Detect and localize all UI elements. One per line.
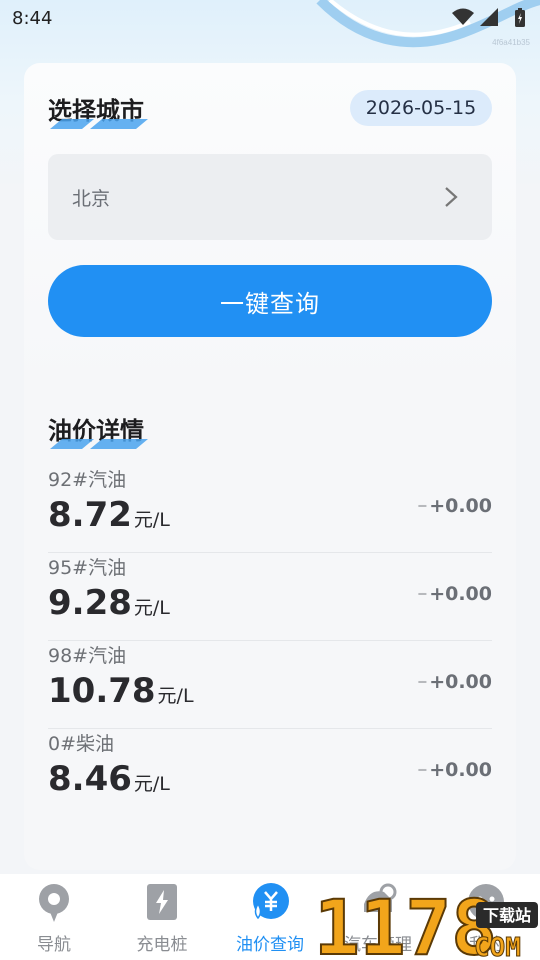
location-pin-icon <box>39 884 69 922</box>
price-change: -- +0.00 <box>418 759 492 781</box>
tab-label: 导航 <box>37 935 71 955</box>
price-unit: 元/L <box>157 685 194 707</box>
oil-price-icon <box>253 883 289 920</box>
tab-label: 油价查询 <box>236 935 304 955</box>
price-value: 10.78 <box>48 671 156 711</box>
chevron-right-icon <box>445 187 458 207</box>
price-unit: 元/L <box>133 509 170 531</box>
price-row-95: 95#汽油 9.28 元/L -- +0.00 <box>48 553 492 641</box>
wifi-icon <box>452 8 474 25</box>
price-change: -- +0.00 <box>418 671 492 693</box>
title-underline-decoration <box>50 439 148 449</box>
trend-dash-icon: -- <box>417 498 428 514</box>
trend-dash-icon: -- <box>417 586 428 602</box>
charging-station-icon <box>147 884 177 920</box>
price-change: -- +0.00 <box>418 583 492 605</box>
price-value: 8.72 <box>48 495 132 535</box>
fuel-price: 9.28 元/L <box>48 583 170 623</box>
change-value: +0.00 <box>429 495 492 517</box>
status-bar: 8:44 <box>0 0 540 36</box>
fuel-name: 95#汽油 <box>48 557 127 579</box>
tab-navigation[interactable]: 导航 <box>0 874 108 960</box>
watermark-brand: 1178 <box>314 883 497 960</box>
tab-oil-price[interactable]: 油价查询 <box>216 874 324 960</box>
tab-charging[interactable]: 充电桩 <box>108 874 216 960</box>
price-change: -- +0.00 <box>418 495 492 517</box>
price-unit: 元/L <box>133 773 170 795</box>
city-value: 北京 <box>72 187 111 210</box>
build-tag: 4f6a41b35 <box>492 38 530 47</box>
date-badge: 2026-05-15 <box>350 90 492 126</box>
fuel-price: 10.78 元/L <box>48 671 194 711</box>
change-value: +0.00 <box>429 759 492 781</box>
status-time: 8:44 <box>12 7 53 29</box>
watermark-domain: COM <box>474 933 521 960</box>
fuel-name: 98#汽油 <box>48 645 127 667</box>
status-icons <box>452 8 498 26</box>
price-value: 8.46 <box>48 759 132 799</box>
price-row-98: 98#汽油 10.78 元/L -- +0.00 <box>48 641 492 729</box>
title-underline-decoration <box>50 119 148 129</box>
price-value: 9.28 <box>48 583 132 623</box>
change-value: +0.00 <box>429 671 492 693</box>
query-button[interactable]: 一键查询 <box>48 265 492 337</box>
watermark-logo: 1178 下载站 COM <box>314 882 538 960</box>
battery-icon <box>515 8 525 27</box>
trend-dash-icon: -- <box>417 762 428 778</box>
fuel-price: 8.46 元/L <box>48 759 170 799</box>
trend-dash-icon: -- <box>417 674 428 690</box>
fuel-price: 8.72 元/L <box>48 495 170 535</box>
fuel-name: 0#柴油 <box>48 733 115 755</box>
price-row-92: 92#汽油 8.72 元/L -- +0.00 <box>48 465 492 553</box>
signal-icon <box>480 8 498 26</box>
tab-label: 充电桩 <box>136 935 188 955</box>
city-select[interactable]: 北京 <box>48 154 492 240</box>
change-value: +0.00 <box>429 583 492 605</box>
price-row-diesel: 0#柴油 8.46 元/L -- +0.00 <box>48 729 492 817</box>
price-unit: 元/L <box>133 597 170 619</box>
fuel-name: 92#汽油 <box>48 469 127 491</box>
main-card: 选择城市 2026-05-15 北京 一键查询 油价详情 92#汽油 8.72 … <box>24 63 516 870</box>
watermark-sub: 下载站 <box>483 906 531 925</box>
